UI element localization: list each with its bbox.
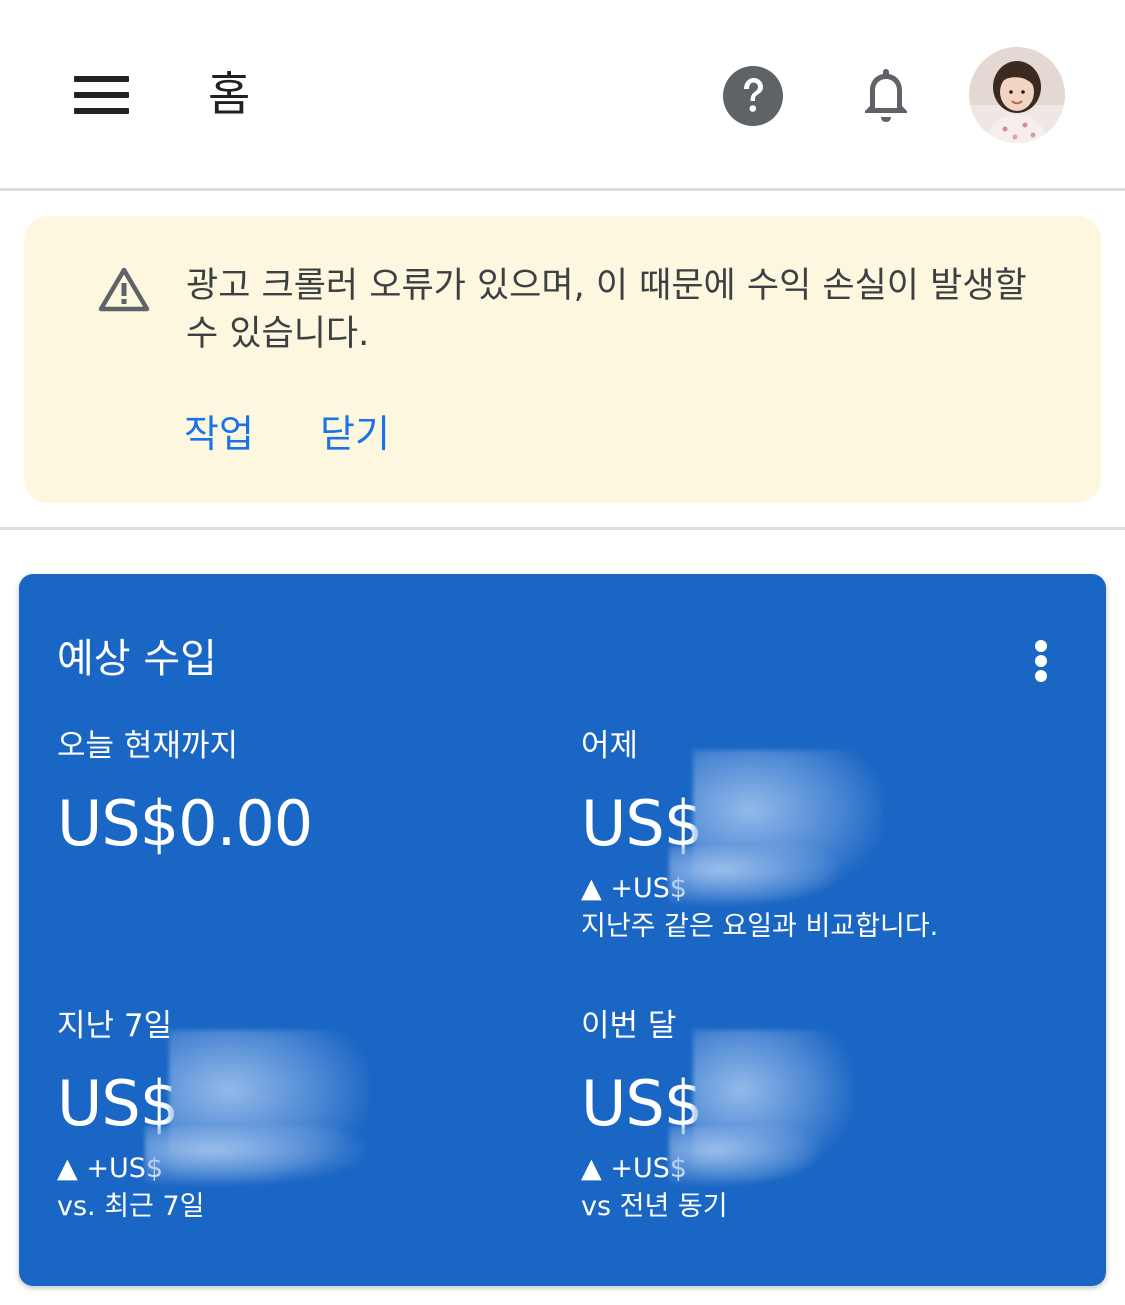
- hamburger-menu-icon[interactable]: [70, 70, 134, 120]
- warning-triangle-icon: [98, 266, 150, 312]
- redaction-mask: [669, 846, 839, 906]
- estimated-earnings-card[interactable]: 예상 수입 오늘 현재까지 US$0.00 어제 US$ ▲ +US$ 지난주 …: [19, 574, 1106, 1286]
- page-title: 홈: [208, 67, 251, 121]
- metric-compare: vs. 최근 7일: [57, 1191, 205, 1222]
- adsense-home-screen: 홈 광고 크롤러 오류가 있으며, 이 때문에 수익 손실이 발생할 수 있습니…: [0, 0, 1125, 1305]
- metric-this-month: 이번 달 US$ ▲ +US$ vs 전년 동기: [581, 1004, 1061, 1226]
- metric-yesterday: 어제 US$ ▲ +US$ 지난주 같은 요일과 비교합니다.: [581, 724, 1061, 946]
- redaction-mask: [669, 1126, 819, 1186]
- bell-icon[interactable]: [856, 63, 916, 129]
- redaction-mask: [145, 1126, 365, 1186]
- metric-value: US$0.00: [57, 787, 313, 860]
- help-circle-icon[interactable]: [722, 65, 784, 127]
- banner-divider: [0, 527, 1125, 530]
- metric-today: 오늘 현재까지 US$0.00: [57, 724, 537, 866]
- metric-compare: vs 전년 동기: [581, 1191, 728, 1222]
- banner-message: 광고 크롤러 오류가 있으며, 이 때문에 수익 손실이 발생할 수 있습니다.: [186, 266, 1027, 354]
- metric-label: 오늘 현재까지: [57, 728, 238, 764]
- banner-action-button[interactable]: 작업: [184, 406, 254, 462]
- top-app-bar: 홈: [0, 0, 1125, 190]
- metric-last-7-days: 지난 7일 US$ ▲ +US$ vs. 최근 7일: [57, 1004, 537, 1226]
- metric-compare: 지난주 같은 요일과 비교합니다.: [581, 911, 939, 942]
- banner-dismiss-button[interactable]: 닫기: [320, 406, 390, 462]
- card-title: 예상 수입: [57, 636, 217, 682]
- crawler-error-banner: 광고 크롤러 오류가 있으며, 이 때문에 수익 손실이 발생할 수 있습니다.…: [24, 216, 1101, 503]
- appbar-divider: [0, 188, 1125, 191]
- more-vert-icon[interactable]: [1027, 638, 1055, 682]
- user-avatar[interactable]: [969, 47, 1065, 143]
